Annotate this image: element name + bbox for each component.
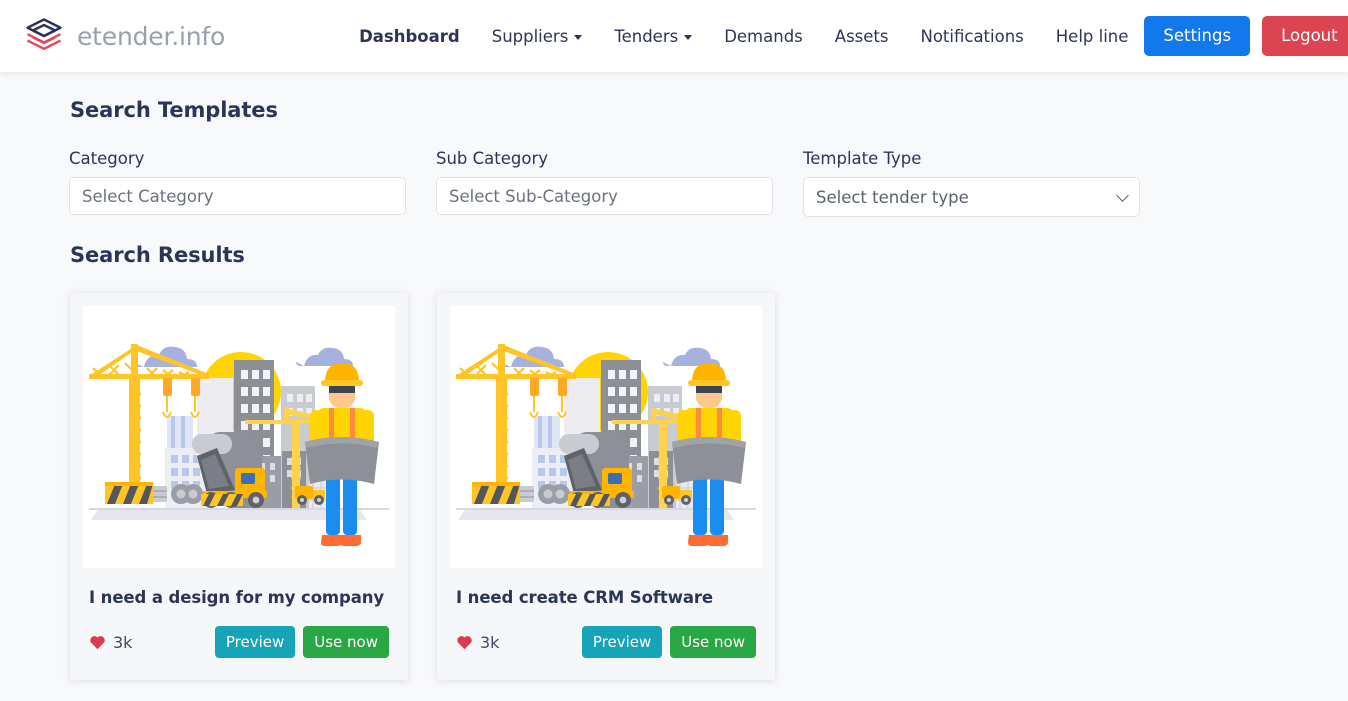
template-card-footer: 3k Preview Use now [456, 626, 756, 658]
preview-button[interactable]: Preview [581, 626, 663, 658]
chevron-down-icon [684, 35, 693, 40]
category-label: Category [69, 149, 145, 168]
template-thumbnail [83, 306, 395, 568]
chevron-down-icon [574, 35, 583, 40]
stacked-layers-logo-icon [22, 14, 66, 58]
search-results-heading: Search Results [70, 243, 245, 267]
nav-item-suppliers[interactable]: Suppliers [476, 19, 599, 54]
page-content: Search Templates Category Sub Category T… [0, 72, 1348, 701]
nav-label-dashboard: Dashboard [359, 26, 460, 46]
template-card-title: I need create CRM Software [456, 588, 714, 607]
brand-name: etender.info [77, 21, 226, 51]
nav-item-notifications[interactable]: Notifications [904, 19, 1039, 54]
search-results-cards: I need a design for my company 3k Previe… [69, 293, 1279, 680]
heart-icon [456, 634, 473, 650]
top-navigation-bar: etender.info Dashboard Suppliers Tenders… [0, 0, 1348, 72]
nav-item-assets[interactable]: Assets [819, 19, 905, 54]
template-type-field-group: Template Type Select tender type [803, 149, 1140, 217]
template-card[interactable]: I need a design for my company 3k Previe… [70, 293, 408, 680]
nav-label-suppliers: Suppliers [491, 26, 569, 46]
sub-category-label: Sub Category [436, 149, 549, 168]
logout-button[interactable]: Logout [1262, 15, 1348, 57]
use-now-button[interactable]: Use now [303, 626, 389, 658]
template-card[interactable]: I need create CRM Software 3k Preview Us… [437, 293, 775, 680]
nav-item-dashboard[interactable]: Dashboard [343, 19, 476, 54]
like-count-group[interactable]: 3k [89, 633, 132, 652]
nav-item-demands[interactable]: Demands [708, 19, 819, 54]
nav-label-notifications: Notifications [920, 26, 1024, 46]
nav-action-buttons: Settings Logout [1144, 15, 1348, 57]
construction-site-illustration [89, 308, 389, 566]
template-card-actions: Preview Use now [581, 626, 756, 658]
template-type-select[interactable]: Select tender type [803, 177, 1140, 217]
nav-item-help-line[interactable]: Help line [1040, 19, 1145, 54]
template-card-body: I need create CRM Software 3k Preview Us… [450, 568, 762, 680]
template-card-title: I need a design for my company [89, 588, 385, 607]
search-filters-row: Category Sub Category Template Type Sele… [69, 149, 1279, 217]
nav-label-help-line: Help line [1055, 26, 1129, 46]
heart-icon [89, 634, 106, 650]
main-nav-links: Dashboard Suppliers Tenders Demands Asse… [343, 19, 1144, 54]
template-card-body: I need a design for my company 3k Previe… [83, 568, 395, 680]
use-now-button[interactable]: Use now [670, 626, 756, 658]
nav-label-demands: Demands [724, 26, 803, 46]
construction-site-illustration [456, 308, 756, 566]
template-thumbnail [450, 306, 762, 568]
nav-label-assets: Assets [834, 26, 889, 46]
sub-category-input[interactable] [436, 177, 773, 215]
template-type-label: Template Type [803, 149, 922, 168]
nav-item-tenders[interactable]: Tenders [598, 19, 708, 54]
like-count-group[interactable]: 3k [456, 633, 499, 652]
like-count-label: 3k [113, 632, 133, 652]
brand-logo-link[interactable]: etender.info [22, 14, 225, 58]
nav-label-tenders: Tenders [614, 26, 679, 46]
template-card-footer: 3k Preview Use now [89, 626, 389, 658]
preview-button[interactable]: Preview [214, 626, 296, 658]
search-templates-heading: Search Templates [70, 98, 278, 122]
template-card-actions: Preview Use now [214, 626, 389, 658]
like-count-label: 3k [480, 632, 500, 652]
category-field-group: Category [69, 149, 406, 217]
sub-category-field-group: Sub Category [436, 149, 773, 217]
settings-button[interactable]: Settings [1144, 15, 1251, 57]
category-input[interactable] [69, 177, 406, 215]
